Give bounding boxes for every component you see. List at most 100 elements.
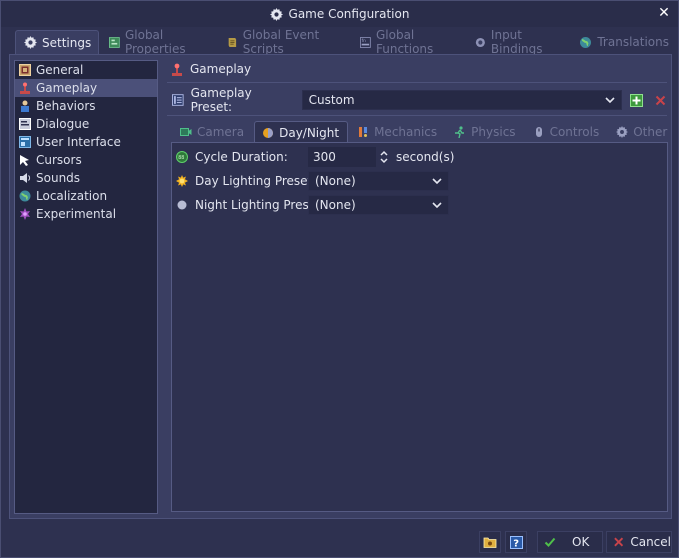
tab-global-properties[interactable]: Global Properties: [101, 28, 217, 56]
help-icon: ?: [509, 535, 523, 549]
tab-label: Global Properties: [124, 28, 186, 56]
chevron-down-icon: [605, 97, 615, 104]
tab-other[interactable]: Other: [609, 121, 675, 143]
tab-label: Camera: [197, 125, 245, 139]
spinner-arrows-icon[interactable]: [379, 150, 389, 164]
tab-mechanics[interactable]: Mechanics: [350, 121, 445, 143]
settings-panel: General Gameplay Behaviors Dialogue User…: [9, 54, 672, 519]
sidebar-item-label: User Interface: [36, 135, 121, 149]
cycle-duration-value: 300: [313, 150, 336, 164]
sidebar-item-localization[interactable]: Localization: [15, 187, 157, 205]
divider: [167, 115, 667, 116]
sidebar-item-dialogue[interactable]: Dialogue: [15, 115, 157, 133]
day-lighting-dropdown[interactable]: (None): [308, 171, 449, 191]
settings-sidebar: General Gameplay Behaviors Dialogue User…: [14, 60, 158, 514]
preset-icon: [172, 94, 184, 106]
close-icon: ✕: [658, 5, 670, 21]
sidebar-item-label: General: [36, 63, 84, 77]
mechanics-icon: [359, 127, 368, 137]
sidebar-item-label: Behaviors: [36, 99, 96, 113]
person-icon: [21, 100, 29, 112]
close-icon: [655, 95, 665, 105]
gameplay-preset-value: Custom: [308, 93, 355, 107]
sidebar-item-user-interface[interactable]: User Interface: [15, 133, 157, 151]
night-lighting-value: (None): [315, 198, 356, 212]
sidebar-item-label: Gameplay: [36, 81, 98, 95]
experimental-icon: [20, 208, 30, 220]
cursor-icon: [20, 155, 29, 166]
svg-text:fn: fn: [362, 38, 366, 43]
globe-icon: [580, 36, 592, 48]
tab-label: Other: [633, 125, 668, 139]
controls-icon: [535, 127, 542, 137]
cycle-duration-unit: second(s): [396, 150, 455, 164]
day-lighting-row: Day Lighting Preset:: [176, 170, 316, 192]
cancel-button[interactable]: Cancel: [606, 531, 672, 553]
joystick-icon: [20, 82, 30, 94]
tab-settings[interactable]: Settings: [15, 30, 100, 54]
tab-global-functions[interactable]: fn Global Functions: [352, 28, 465, 56]
globe-icon: [19, 190, 31, 202]
tab-label: Controls: [549, 125, 600, 139]
gameplay-preset-row: Gameplay Preset: Custom: [172, 86, 669, 114]
sun-icon: [176, 175, 188, 187]
camera-icon: [180, 128, 192, 136]
sidebar-item-sounds[interactable]: Sounds: [15, 169, 157, 187]
open-folder-button[interactable]: [479, 531, 501, 553]
tab-camera[interactable]: Camera: [173, 121, 252, 143]
day-lighting-label: Day Lighting Preset:: [195, 174, 317, 188]
joystick-icon: [172, 63, 182, 76]
tab-label: Translations: [597, 35, 669, 49]
tab-label: Settings: [42, 35, 92, 50]
night-lighting-row: Night Lighting Preset:: [176, 194, 325, 216]
tab-physics[interactable]: Physics: [447, 121, 523, 143]
sidebar-item-cursors[interactable]: Cursors: [15, 151, 157, 169]
folder-icon: [483, 537, 497, 548]
svg-text:?: ?: [513, 538, 519, 549]
close-button[interactable]: ✕: [656, 5, 672, 21]
sidebar-item-behaviors[interactable]: Behaviors: [15, 97, 157, 115]
function-icon: fn: [360, 36, 371, 48]
properties-icon: [109, 36, 120, 48]
night-lighting-dropdown[interactable]: (None): [308, 195, 449, 215]
gameplay-sub-tab-bar: Camera Day/Night Mechanics Physics Contr…: [173, 121, 677, 143]
input-icon: [476, 37, 486, 47]
ui-icon: [19, 136, 31, 148]
script-icon: [228, 37, 237, 47]
tab-label: Mechanics: [374, 125, 438, 139]
chevron-down-icon: [432, 202, 442, 209]
game-configuration-window: Game Configuration ✕ Settings Global Pro…: [0, 0, 679, 558]
night-lighting-label: Night Lighting Preset:: [195, 198, 325, 212]
tab-translations[interactable]: Translations: [571, 30, 676, 54]
tab-input-bindings[interactable]: Input Bindings: [467, 28, 569, 56]
tab-label: Physics: [471, 125, 516, 139]
dialog-button-bar: ? OK Cancel: [1, 520, 678, 558]
section-title: Gameplay: [190, 62, 252, 76]
tab-global-event-scripts[interactable]: Global Event Scripts: [219, 28, 350, 56]
help-button[interactable]: ?: [505, 531, 527, 553]
dialogue-icon: [19, 118, 31, 130]
sidebar-item-general[interactable]: General: [15, 61, 157, 79]
gear-icon: [269, 7, 283, 21]
ok-button[interactable]: OK: [537, 531, 603, 553]
tab-controls[interactable]: Controls: [526, 121, 608, 143]
sidebar-item-label: Sounds: [36, 171, 81, 185]
gameplay-preset-label: Gameplay Preset:: [190, 86, 252, 114]
running-person-icon: [455, 126, 465, 138]
sidebar-item-gameplay[interactable]: Gameplay: [15, 79, 157, 97]
general-icon: [19, 64, 31, 76]
sidebar-item-label: Localization: [36, 189, 108, 203]
cycle-duration-label: Cycle Duration:: [195, 150, 288, 164]
cycle-duration-input[interactable]: 300: [308, 147, 376, 167]
check-icon: [544, 537, 556, 547]
top-tab-bar: Settings Global Properties Global Event …: [15, 28, 678, 56]
add-preset-button[interactable]: [628, 91, 645, 109]
tab-label: Global Event Scripts: [242, 28, 320, 56]
tab-day-night[interactable]: Day/Night: [254, 121, 349, 143]
delete-preset-button[interactable]: [652, 91, 669, 109]
section-header: Gameplay: [171, 61, 251, 77]
sidebar-item-experimental[interactable]: Experimental: [15, 205, 157, 223]
day-night-icon: [263, 127, 274, 138]
gameplay-preset-dropdown[interactable]: Custom: [301, 90, 623, 110]
gear-icon: [616, 126, 629, 138]
